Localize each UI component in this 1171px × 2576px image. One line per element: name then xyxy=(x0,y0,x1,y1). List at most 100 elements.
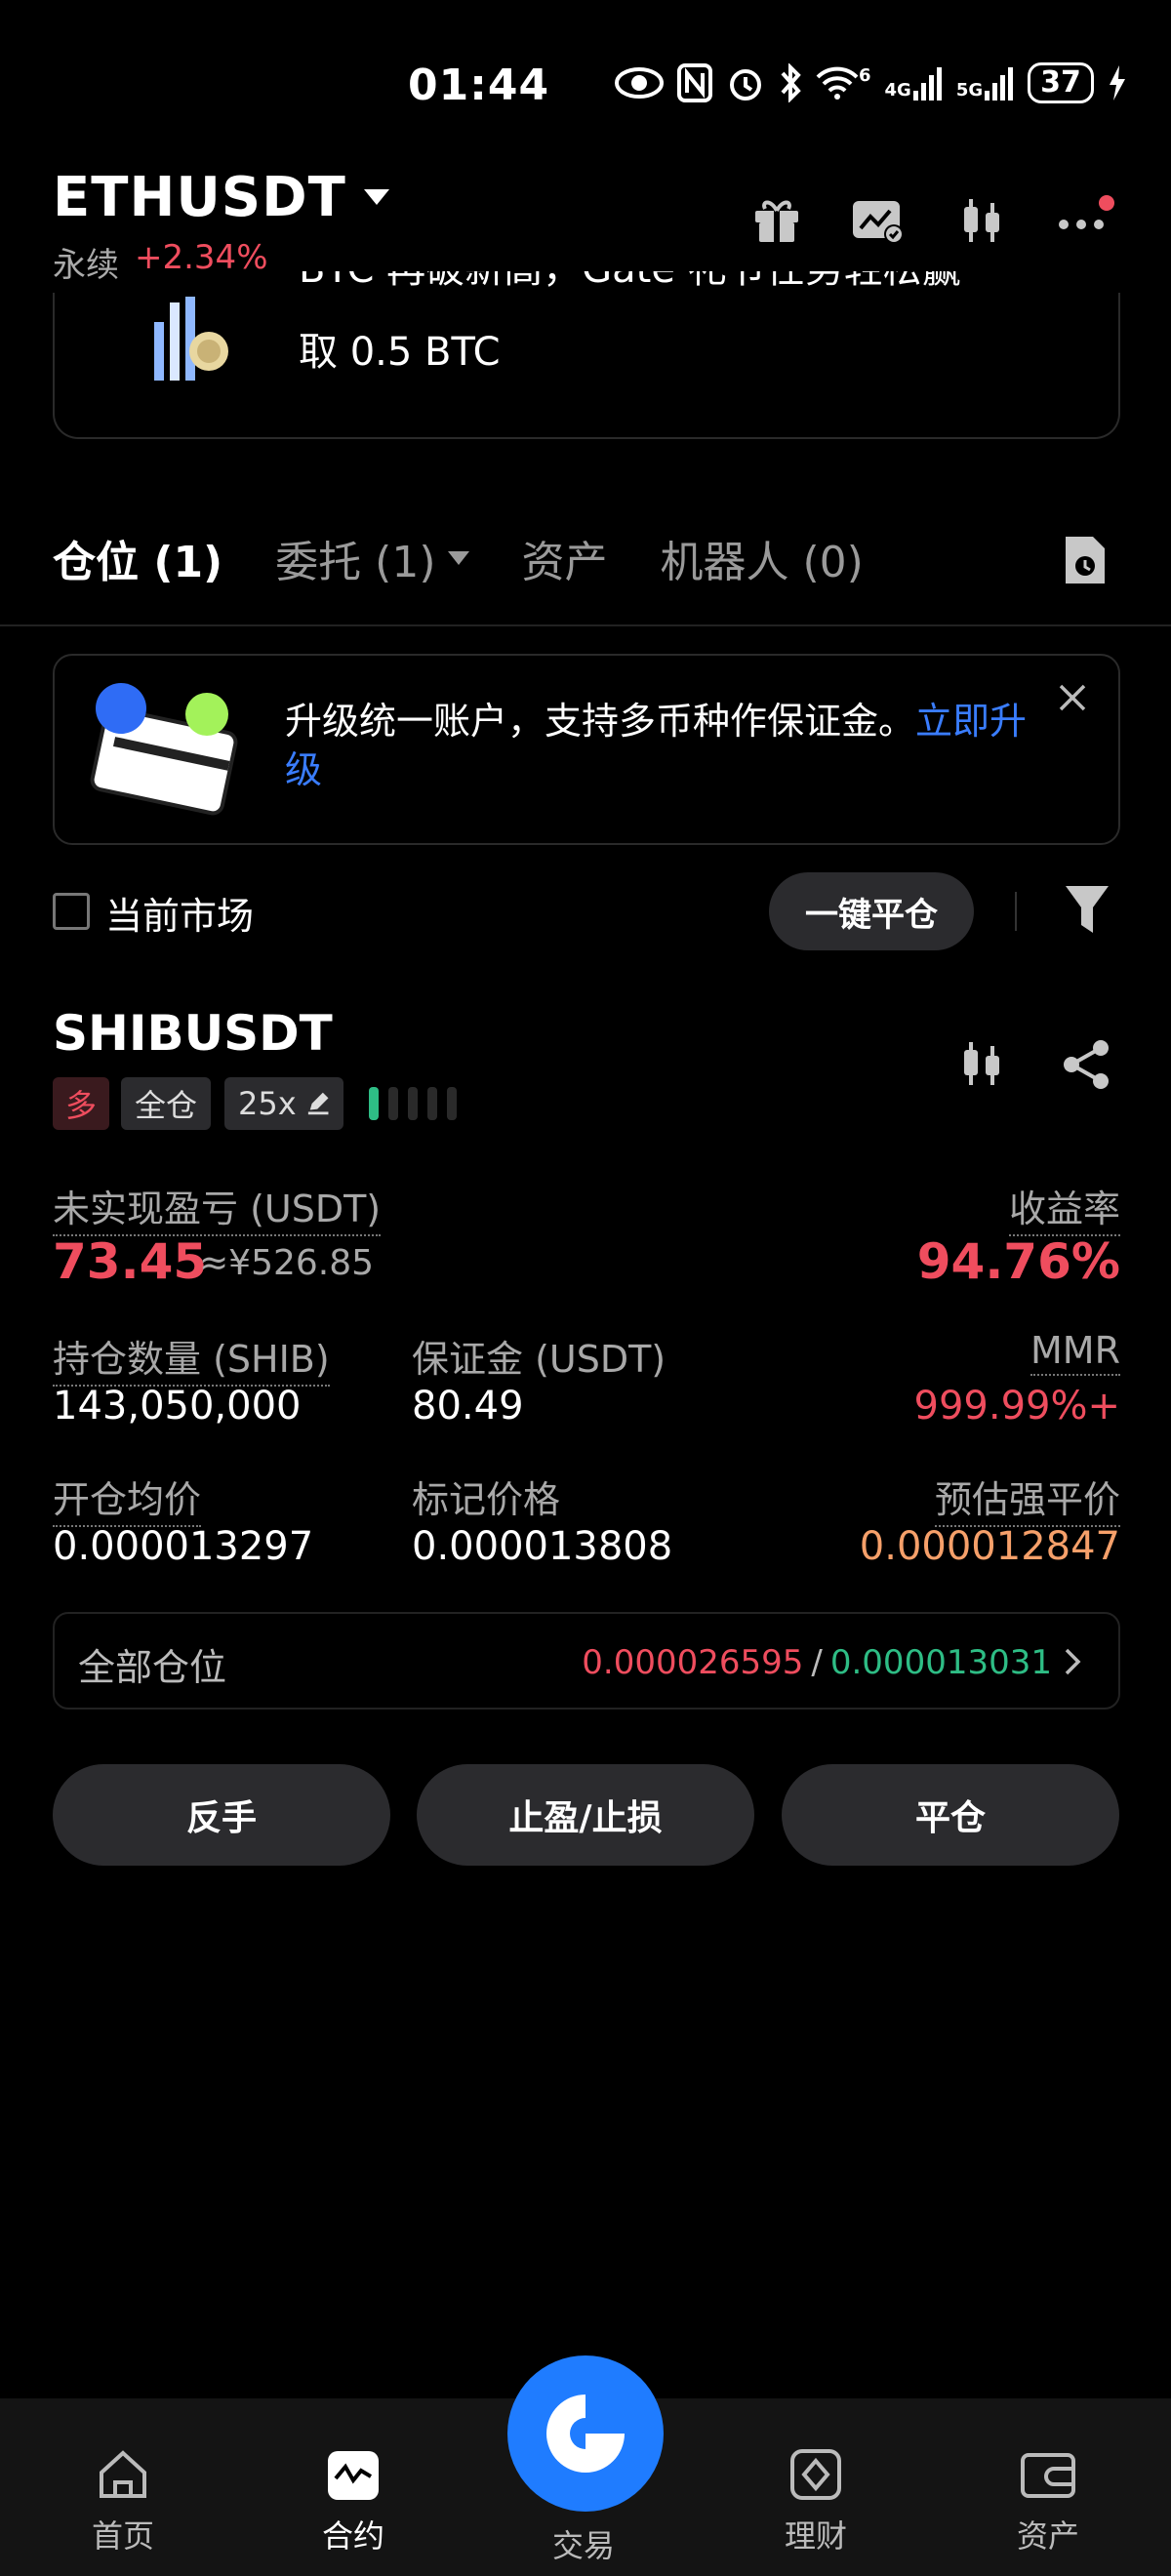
candlestick-button[interactable] xyxy=(956,195,1007,246)
reverse-button[interactable]: 反手 xyxy=(53,1764,390,1866)
signal-bars-icon xyxy=(985,67,1014,101)
candlestick-icon xyxy=(964,199,999,242)
more-button[interactable] xyxy=(1058,195,1116,246)
nav-earn-label: 理财 xyxy=(784,2517,847,2555)
wifi-indicator: 6 xyxy=(816,65,871,101)
caret-down-icon xyxy=(363,188,389,205)
banner-line1-clip: BTC 再破新高，Gate 礼节任务轻松赢 xyxy=(299,271,1070,297)
close-promo-button[interactable] xyxy=(1058,683,1087,716)
document-clock-icon xyxy=(1066,537,1105,584)
adl-bar-4 xyxy=(427,1087,437,1120)
all-positions-sep: / xyxy=(811,1643,823,1682)
current-market-label: 当前市场 xyxy=(105,895,255,938)
adl-bar-1 xyxy=(369,1087,379,1120)
tpsl-button[interactable]: 止盈/止损 xyxy=(417,1764,754,1866)
chart-check-button[interactable] xyxy=(851,195,906,246)
mark-price-label: 标记价格 xyxy=(412,1478,561,1521)
gift-icon xyxy=(755,200,798,242)
home-icon xyxy=(100,2450,146,2498)
liq-price-label: 预估强平价 xyxy=(934,1469,1120,1527)
wifi-badge: 6 xyxy=(859,65,871,86)
entry-price-value: 0.000013297 xyxy=(53,1524,314,1569)
all-positions-values: 0.000026595 / 0.000013031 xyxy=(582,1643,1052,1682)
leverage-badge[interactable]: 25x xyxy=(224,1077,343,1130)
nav-trade-button[interactable] xyxy=(507,2355,664,2512)
tab-positions[interactable]: 仓位 (1) xyxy=(53,527,222,589)
price-change: +2.34% xyxy=(135,238,268,277)
status-icons: 6 4G 5G 37 xyxy=(615,62,1127,103)
unrealized-pnl-cny: ≈¥526.85 xyxy=(199,1243,375,1283)
nav-home[interactable]: 首页 xyxy=(55,2447,191,2556)
chart-coin-illustration xyxy=(154,297,228,381)
banner-line2: 取 0.5 BTC xyxy=(299,330,501,375)
position-tabs: 仓位 (1) 委托 (1) 资产 机器人 (0) xyxy=(53,527,864,589)
signal-1: 4G xyxy=(885,65,943,101)
battery-indicator: 37 xyxy=(1028,62,1094,103)
all-positions-label: 全部仓位 xyxy=(78,1646,227,1689)
entry-price-label: 开仓均价 xyxy=(53,1469,202,1527)
symbol-subtitle: 永续 +2.34% xyxy=(53,238,268,286)
margin-mode-badge: 全仓 xyxy=(121,1077,211,1130)
banner-image xyxy=(146,293,234,400)
adl-bar-5 xyxy=(447,1087,457,1120)
position-chart-button[interactable] xyxy=(956,1036,1007,1095)
filter-divider xyxy=(1015,892,1017,931)
close-all-button[interactable]: 一键平仓 xyxy=(769,872,974,950)
tabs-divider xyxy=(0,624,1171,626)
banner-line1: BTC 再破新高，Gate 礼节任务轻松赢 xyxy=(299,271,1070,297)
filter-button[interactable] xyxy=(1064,882,1110,941)
nfc-icon xyxy=(677,63,712,102)
nav-trade-label: 交易 xyxy=(552,2527,616,2564)
roe-value: 94.76% xyxy=(916,1233,1120,1290)
eye-icon xyxy=(615,67,664,99)
leverage-value: 25x xyxy=(238,1085,297,1122)
tab-orders[interactable]: 委托 (1) xyxy=(275,527,469,589)
nav-assets-label: 资产 xyxy=(1016,2517,1079,2555)
margin-label: 保证金 (USDT) xyxy=(412,1338,666,1381)
position-symbol: SHIBUSDT xyxy=(53,1005,333,1062)
symbol-selector[interactable]: ETHUSDT xyxy=(53,166,389,229)
tab-bots[interactable]: 机器人 (0) xyxy=(661,527,864,589)
trade-icon xyxy=(546,2395,625,2473)
futures-icon xyxy=(328,2451,379,2500)
chevron-right-icon xyxy=(1064,1647,1081,1680)
network-type-1: 4G xyxy=(884,80,911,101)
unrealized-pnl-label: 未实现盈亏 (USDT) xyxy=(53,1179,382,1236)
nav-futures-label: 合约 xyxy=(321,2517,384,2555)
caret-down-icon xyxy=(447,551,469,565)
nav-home-label: 首页 xyxy=(91,2517,154,2555)
nav-futures[interactable]: 合约 xyxy=(285,2447,422,2556)
tab-assets[interactable]: 资产 xyxy=(522,527,608,589)
nav-assets[interactable]: 资产 xyxy=(980,2447,1116,2556)
liq-price-value: 0.000012847 xyxy=(859,1524,1120,1569)
share-button[interactable] xyxy=(1062,1038,1112,1095)
wallet-icon xyxy=(90,683,238,816)
wallet-illustration xyxy=(88,679,244,825)
close-icon xyxy=(1059,684,1086,711)
nav-earn[interactable]: 理财 xyxy=(747,2447,884,2556)
wifi-icon xyxy=(816,66,859,100)
side-badge: 多 xyxy=(53,1077,109,1130)
mmr-value: 999.99%+ xyxy=(913,1384,1120,1429)
all-positions-red-value: 0.000026595 xyxy=(582,1643,804,1682)
adl-bar-3 xyxy=(408,1087,418,1120)
wallet-icon xyxy=(1021,2453,1075,2498)
qty-value: 143,050,000 xyxy=(53,1384,302,1429)
charging-icon xyxy=(1109,65,1125,101)
gift-button[interactable] xyxy=(751,195,802,246)
margin-value: 80.49 xyxy=(412,1384,524,1429)
mmr-label: MMR xyxy=(1030,1329,1120,1376)
signal-2: 5G xyxy=(956,65,1014,101)
alarm-icon xyxy=(730,69,761,101)
mark-price-value: 0.000013808 xyxy=(412,1524,673,1569)
current-market-checkbox[interactable] xyxy=(53,893,90,930)
history-button[interactable] xyxy=(1062,533,1109,591)
bluetooth-icon xyxy=(781,63,801,102)
adl-bar-2 xyxy=(388,1087,398,1120)
earn-icon xyxy=(790,2449,841,2500)
close-position-button[interactable]: 平仓 xyxy=(782,1764,1119,1866)
promo-text: 升级统一账户，支持多币种作保证金。 xyxy=(285,700,916,743)
all-positions-green-value: 0.000013031 xyxy=(829,1643,1052,1682)
roe-label: 收益率 xyxy=(1008,1179,1120,1236)
unrealized-pnl-value: 73.45 xyxy=(53,1233,208,1290)
